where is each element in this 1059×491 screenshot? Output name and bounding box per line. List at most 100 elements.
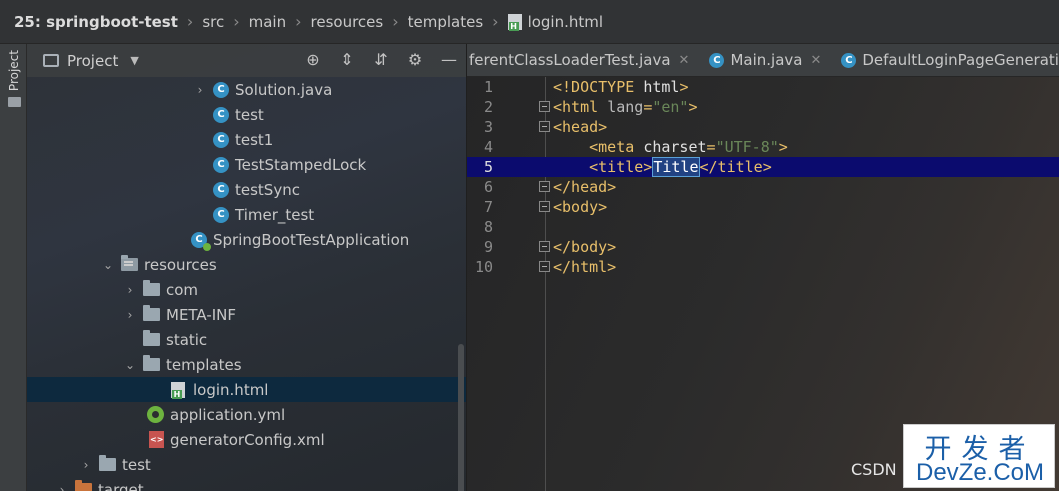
fold-toggle-icon[interactable]: [539, 101, 550, 112]
code-text: </html>: [553, 257, 616, 277]
code-token: >: [688, 98, 698, 116]
code-line[interactable]: 4 <meta charset="UTF-8">: [467, 137, 1059, 157]
code-line[interactable]: 1 <!DOCTYPE html>: [467, 77, 1059, 97]
tree-row-label: login.html: [193, 380, 269, 399]
hide-panel-icon[interactable]: —: [439, 50, 459, 70]
code-token: </head>: [553, 178, 617, 196]
collapse-arrow-icon[interactable]: ⌄: [101, 258, 115, 272]
tree-row-generatorconfig-xml[interactable]: generatorConfig.xml: [27, 427, 466, 452]
spring-class-icon: C: [191, 231, 211, 251]
expand-arrow-icon[interactable]: ›: [55, 483, 69, 491]
tree-row-login-html[interactable]: login.html: [27, 377, 466, 402]
breadcrumb-separator-icon: ›: [492, 12, 499, 31]
collapse-all-icon[interactable]: ⇵: [371, 50, 391, 70]
code-line[interactable]: 3 <head>: [467, 117, 1059, 137]
code-token: =: [706, 138, 716, 156]
tab-main-java[interactable]: C Main.java ✕: [695, 44, 827, 76]
tree-row-meta-inf[interactable]: › META-INF: [27, 302, 466, 327]
expand-arrow-icon[interactable]: ›: [123, 308, 137, 322]
tree-row-label: target: [98, 480, 144, 491]
tree-row-teststampedlock[interactable]: C TestStampedLock: [27, 152, 466, 177]
breadcrumb-main[interactable]: main: [249, 13, 286, 31]
tree-row-label: test1: [235, 130, 274, 149]
code-line[interactable]: 2 <html lang="en">: [467, 97, 1059, 117]
tree-row-label: TestStampedLock: [235, 155, 367, 174]
fold-toggle-icon[interactable]: [539, 121, 550, 132]
tree-row-com[interactable]: › com: [27, 277, 466, 302]
breadcrumb-login-html[interactable]: login.html: [528, 13, 603, 31]
code-line[interactable]: 7 <body>: [467, 197, 1059, 217]
expand-arrow-icon[interactable]: ›: [79, 458, 93, 472]
line-number: 10: [474, 258, 493, 276]
expand-arrow-icon[interactable]: ›: [123, 283, 137, 297]
tree-row-solution[interactable]: › C Solution.java: [27, 77, 466, 102]
code-line[interactable]: 5 <title>Title</title>: [467, 157, 1059, 177]
code-token: </html>: [553, 258, 617, 276]
tree-row-springboottestapplication[interactable]: C SpringBootTestApplication: [27, 227, 466, 252]
breadcrumb-separator-icon: ›: [233, 12, 240, 31]
close-icon[interactable]: ✕: [810, 53, 821, 68]
expand-arrow-icon[interactable]: ›: [193, 83, 207, 97]
code-token: >: [679, 78, 689, 96]
code-token: lang: [607, 98, 644, 116]
tree-row-templates[interactable]: ⌄ templates: [27, 352, 466, 377]
line-number: 5: [483, 158, 493, 176]
view-dropdown-icon[interactable]: ▼: [130, 54, 138, 67]
settings-gear-icon[interactable]: ⚙: [405, 50, 425, 70]
class-c-icon: C: [213, 206, 229, 223]
code-text: <body>: [553, 197, 607, 217]
tree-row-application-yml[interactable]: application.yml: [27, 402, 466, 427]
tab-defaultloginpagegenerating[interactable]: C DefaultLoginPageGeneratin: [827, 44, 1059, 76]
tree-row-testsync[interactable]: C testSync: [27, 177, 466, 202]
fold-toggle-icon[interactable]: [539, 261, 550, 272]
code-text: <meta charset="UTF-8">: [553, 137, 788, 157]
breadcrumb-resources[interactable]: resources: [311, 13, 384, 31]
fold-toggle-icon[interactable]: [539, 181, 550, 192]
tab-label: Main.java: [730, 51, 803, 69]
class-c-icon: C: [213, 106, 229, 123]
panel-toolbar: ⊕ ⇕ ⇵ ⚙ —: [303, 50, 459, 70]
code-text: </body>: [553, 237, 616, 257]
line-number: 9: [483, 238, 493, 256]
tree-row-target[interactable]: › target: [27, 477, 466, 491]
tree-row-label: application.yml: [170, 405, 286, 424]
breadcrumb-separator-icon: ›: [392, 12, 399, 31]
tree-row-label: test: [235, 105, 264, 124]
tab-classloadertest[interactable]: ferentClassLoaderTest.java ✕: [467, 44, 695, 76]
project-panel-title[interactable]: Project: [67, 52, 118, 70]
expand-all-icon[interactable]: ⇕: [337, 50, 357, 70]
tree-row-label: com: [166, 280, 199, 299]
tree-row-test-folder[interactable]: › test: [27, 452, 466, 477]
code-line[interactable]: 8: [467, 217, 1059, 237]
tree-row-static[interactable]: › static: [27, 327, 466, 352]
tree-row-timer-test[interactable]: C Timer_test: [27, 202, 466, 227]
code-line[interactable]: 9 </body>: [467, 237, 1059, 257]
project-tool-tab[interactable]: Project: [4, 50, 24, 114]
left-tool-strip: Project: [0, 44, 27, 491]
folder-icon: [143, 280, 160, 296]
locate-crosshair-icon[interactable]: ⊕: [303, 50, 323, 70]
line-number: 7: [483, 198, 493, 216]
tree-row-test1[interactable]: C test1: [27, 127, 466, 152]
tree-row-resources[interactable]: ⌄ resources: [27, 252, 466, 277]
line-number: 3: [483, 118, 493, 136]
class-c-icon: C: [841, 52, 857, 68]
class-c-icon: C: [213, 81, 229, 98]
breadcrumb-src[interactable]: src: [202, 13, 224, 31]
close-icon[interactable]: ✕: [679, 53, 690, 68]
breadcrumb-separator-icon: ›: [186, 12, 194, 31]
tree-row-label: test: [122, 455, 151, 474]
fold-toggle-icon[interactable]: [539, 201, 550, 212]
class-c-icon: C: [709, 52, 725, 68]
tree-scrollbar[interactable]: [458, 344, 464, 491]
code-line[interactable]: 10 </html>: [467, 257, 1059, 277]
code-line[interactable]: 6 </head>: [467, 177, 1059, 197]
tree-row-test[interactable]: C test: [27, 102, 466, 127]
collapse-arrow-icon[interactable]: ⌄: [123, 358, 137, 372]
breadcrumb-project[interactable]: 25: springboot-test: [14, 13, 178, 31]
watermark-en-text: DevZe.CoM: [915, 459, 1045, 486]
breadcrumb-templates[interactable]: templates: [408, 13, 484, 31]
fold-toggle-icon[interactable]: [539, 241, 550, 252]
code-token: >: [778, 138, 788, 156]
folder-icon: [143, 355, 160, 371]
